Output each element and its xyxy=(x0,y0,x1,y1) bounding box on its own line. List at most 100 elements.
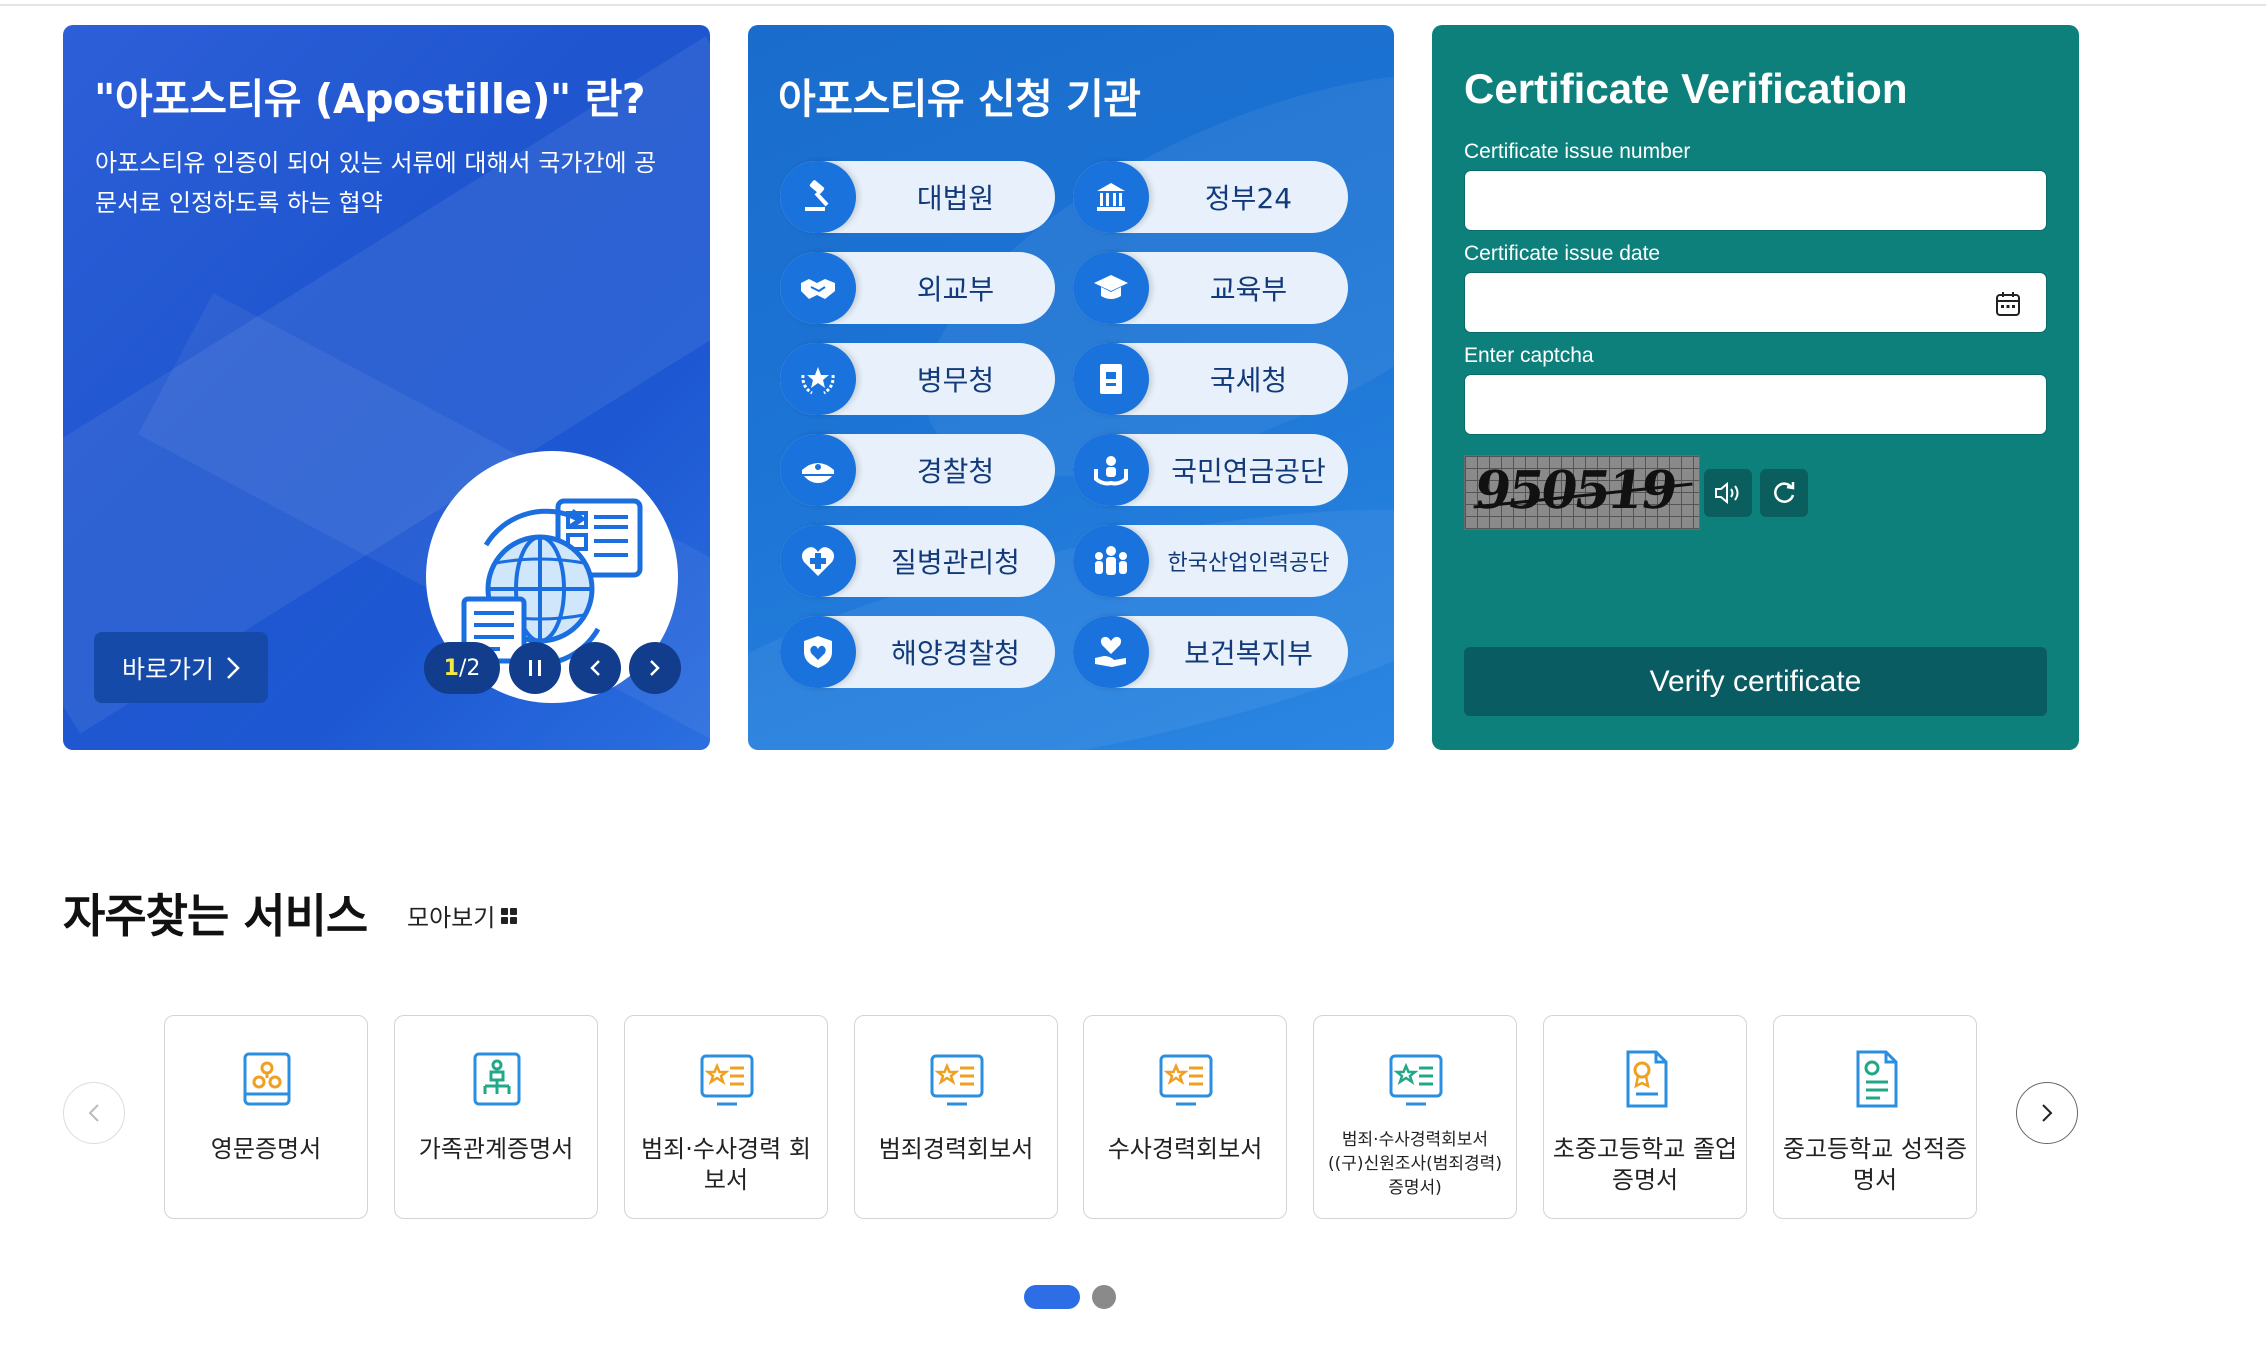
institution-health-welfare[interactable]: 보건복지부 xyxy=(1073,616,1348,688)
institution-education[interactable]: 교육부 xyxy=(1073,252,1348,324)
pause-button[interactable] xyxy=(509,642,561,694)
institution-label: 보건복지부 xyxy=(1184,637,1313,670)
transcript-icon xyxy=(1856,1050,1898,1108)
verification-title: Certificate Verification xyxy=(1464,65,1908,112)
gavel-icon xyxy=(780,161,856,233)
institution-label: 교육부 xyxy=(1209,273,1288,306)
frequent-services-title: 자주찾는 서비스 xyxy=(63,889,368,943)
chevron-right-icon xyxy=(227,656,240,679)
service-card-label: 범죄·수사경력회보서 ((구)신원조사(범죄경력)증명서) xyxy=(1328,1130,1502,1198)
shortcut-button[interactable]: 바로가기 xyxy=(94,632,268,703)
issue-number-label: Certificate issue number xyxy=(1464,140,1691,163)
service-card-label: 범죄경력회보서 xyxy=(878,1135,1034,1163)
identity-record-icon xyxy=(1389,1054,1443,1106)
institution-military-manpower[interactable]: 병무청 xyxy=(780,343,1055,415)
people-group-icon xyxy=(1073,525,1149,597)
institution-label: 한국산업인력공단 xyxy=(1167,551,1330,576)
government-building-icon xyxy=(1073,161,1149,233)
service-card-graduation-certificate[interactable]: 초중고등학교 졸업증명서 xyxy=(1543,1015,1747,1219)
slide-page-indicator: 1 /2 xyxy=(424,642,500,694)
family-tree-icon xyxy=(473,1052,521,1106)
captcha-label: Enter captcha xyxy=(1464,344,1594,367)
service-card-investigation-record[interactable]: 수사경력회보서 xyxy=(1083,1015,1287,1219)
coast-guard-shield-icon xyxy=(780,616,856,688)
captcha-audio-button[interactable] xyxy=(1704,469,1752,517)
institution-label: 경찰청 xyxy=(916,455,995,488)
slide-current: 1 xyxy=(443,655,459,681)
service-card-label: 영문증명서 xyxy=(210,1135,322,1163)
service-card-family-relation[interactable]: 가족관계증명서 xyxy=(394,1015,598,1219)
graduation-certificate-icon xyxy=(1626,1050,1668,1108)
criminal-record-icon xyxy=(930,1054,984,1106)
institution-coast-guard[interactable]: 해양경찰청 xyxy=(780,616,1055,688)
chevron-right-icon xyxy=(2042,1104,2053,1122)
shortcut-label: 바로가기 xyxy=(121,654,214,684)
service-card-label: 수사경력회보서 xyxy=(1107,1135,1263,1163)
captcha-image: 950519 xyxy=(1464,455,1700,530)
slide-total: /2 xyxy=(458,655,481,681)
service-card-label: 가족관계증명서 xyxy=(418,1135,574,1163)
grid-icon xyxy=(501,907,518,924)
heart-hand-icon xyxy=(1073,616,1149,688)
institution-label: 정부24 xyxy=(1204,182,1293,215)
service-card-criminal-investigation[interactable]: 범죄·수사경력 회보서 xyxy=(624,1015,828,1219)
verify-certificate-button[interactable]: Verify certificate xyxy=(1464,647,2047,716)
service-card-criminal-record[interactable]: 범죄경력회보서 xyxy=(854,1015,1058,1219)
institution-label: 국세청 xyxy=(1209,364,1288,397)
view-all-link[interactable]: 모아보기 xyxy=(407,898,518,933)
chevron-left-icon xyxy=(590,660,600,676)
carousel-dot-active[interactable] xyxy=(1024,1285,1080,1309)
medical-cross-icon xyxy=(780,525,856,597)
view-all-label: 모아보기 xyxy=(407,904,496,932)
english-certificate-icon xyxy=(243,1052,291,1106)
captcha-input[interactable] xyxy=(1464,374,2047,435)
institution-national-pension[interactable]: 국민연금공단 xyxy=(1073,434,1348,506)
issue-number-input[interactable] xyxy=(1464,170,2047,231)
services-next-button[interactable] xyxy=(2016,1082,2078,1144)
service-card-english-certificate[interactable]: 영문증명서 xyxy=(164,1015,368,1219)
criminal-record-icon xyxy=(700,1054,754,1106)
intro-description: 아포스티유 인증이 되어 있는 서류에 대해서 국가간에 공문서로 인정하도록 … xyxy=(95,149,657,217)
institution-hrd-korea[interactable]: 한국산업인력공단 xyxy=(1073,525,1348,597)
top-divider xyxy=(0,4,2266,6)
carousel-dot[interactable] xyxy=(1092,1285,1116,1309)
service-card-label: 범죄·수사경력 회보서 xyxy=(641,1135,811,1194)
institution-police[interactable]: 경찰청 xyxy=(780,434,1055,506)
institution-national-tax[interactable]: 국세청 xyxy=(1073,343,1348,415)
military-emblem-icon xyxy=(780,343,856,415)
institutions-title: 아포스티유 신청 기관 xyxy=(778,75,1141,123)
intro-title: "아포스티유 (Apostille)" 란? xyxy=(94,75,646,123)
next-slide-button[interactable] xyxy=(629,642,681,694)
institution-label: 외교부 xyxy=(916,273,995,306)
issue-date-input[interactable] xyxy=(1464,272,2047,333)
refresh-icon xyxy=(1774,482,1795,503)
prev-slide-button[interactable] xyxy=(569,642,621,694)
institution-label: 질병관리청 xyxy=(891,546,1020,579)
speaker-icon xyxy=(1715,481,1739,505)
service-card-transcript[interactable]: 중고등학교 성적증명서 xyxy=(1773,1015,1977,1219)
calendar-icon[interactable] xyxy=(1995,291,2021,317)
institutions-panel: 아포스티유 신청 기관 대법원 정부24 외교부 교육부 병무청 국세청 경찰청… xyxy=(748,25,1394,750)
graduation-cap-icon xyxy=(1073,252,1149,324)
services-prev-button[interactable] xyxy=(63,1082,125,1144)
captcha-text: 950519 xyxy=(1470,460,1679,521)
chevron-left-icon xyxy=(88,1104,99,1122)
institution-foreign-affairs[interactable]: 외교부 xyxy=(780,252,1055,324)
issue-date-label: Certificate issue date xyxy=(1464,242,1661,265)
service-card-identity-investigation[interactable]: 범죄·수사경력회보서 ((구)신원조사(범죄경력)증명서) xyxy=(1313,1015,1517,1219)
service-card-label: 중고등학교 성적증명서 xyxy=(1782,1135,1968,1194)
verification-panel: Certificate Verification Certificate iss… xyxy=(1432,25,2079,750)
institution-disease-control[interactable]: 질병관리청 xyxy=(780,525,1055,597)
police-cap-icon xyxy=(780,434,856,506)
institution-label: 해양경찰청 xyxy=(891,637,1020,670)
service-card-label: 초중고등학교 졸업증명서 xyxy=(1552,1135,1738,1194)
institution-label: 국민연금공단 xyxy=(1171,455,1326,488)
globe-document-icon xyxy=(461,498,643,667)
tax-document-icon xyxy=(1073,343,1149,415)
institution-gov24[interactable]: 정부24 xyxy=(1073,161,1348,233)
apostille-intro-panel: "아포스티유 (Apostille)" 란? 아포스티유 인증이 되어 있는 서… xyxy=(63,25,710,750)
hands-person-icon xyxy=(1073,434,1149,506)
institution-label: 대법원 xyxy=(916,182,995,215)
institution-supreme-court[interactable]: 대법원 xyxy=(780,161,1055,233)
captcha-refresh-button[interactable] xyxy=(1760,469,1808,517)
